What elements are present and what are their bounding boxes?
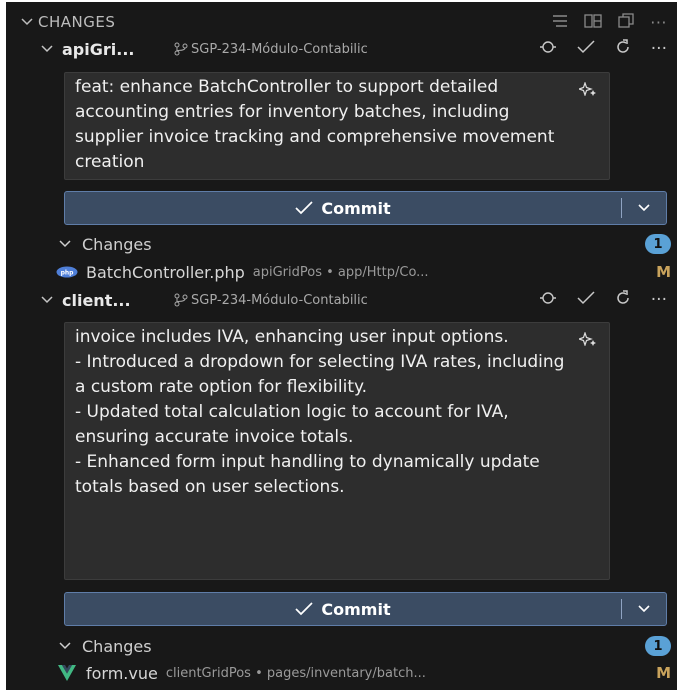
file-name[interactable]: BatchController.php xyxy=(86,263,245,282)
check-icon xyxy=(295,201,313,215)
vue-icon xyxy=(56,665,78,681)
file-name[interactable]: form.vue xyxy=(86,664,158,683)
changes-group-header[interactable]: Changes 1 xyxy=(6,232,677,256)
chevron-down-icon[interactable] xyxy=(40,45,54,53)
changes-label: Changes xyxy=(82,636,152,656)
sync-icon[interactable] xyxy=(539,39,557,60)
layout-icon[interactable] xyxy=(584,13,602,32)
file-status-modified: M xyxy=(656,263,671,281)
commit-label: Commit xyxy=(321,599,391,619)
section-actions: ··· xyxy=(552,9,667,35)
changes-count-badge: 1 xyxy=(645,234,671,254)
file-status-modified: M xyxy=(656,664,671,682)
section-title: CHANGES xyxy=(38,13,116,31)
changes-label: Changes xyxy=(82,234,152,254)
repo-actions: ··· xyxy=(539,286,667,314)
more-icon[interactable]: ··· xyxy=(650,13,667,32)
commit-message-text[interactable]: feat: enhance BatchController to support… xyxy=(75,75,575,175)
git-branch-icon xyxy=(174,42,188,56)
sync-icon[interactable] xyxy=(539,290,557,311)
repo-name: apiGri... xyxy=(62,39,135,59)
refresh-icon[interactable] xyxy=(615,289,631,311)
check-icon[interactable] xyxy=(577,290,595,310)
commit-message-input[interactable]: invoice includes IVA, enhancing user inp… xyxy=(64,322,610,580)
commit-label: Commit xyxy=(321,198,391,218)
source-control-panel: CHANGES ··· apiGri... SGP-234-Módulo-Con… xyxy=(6,2,677,690)
commit-dropdown-button[interactable] xyxy=(622,204,666,212)
sparkle-icon[interactable] xyxy=(577,329,597,354)
chevron-down-icon[interactable] xyxy=(40,296,54,304)
chevron-down-icon xyxy=(638,605,650,613)
branch-label[interactable]: SGP-234-Módulo-Contabilic xyxy=(174,293,379,308)
changed-file-row[interactable]: form.vue clientGridPos • pages/inventary… xyxy=(6,662,677,684)
repo-name: client... xyxy=(62,290,131,310)
open-window-icon[interactable] xyxy=(618,12,634,32)
file-path: clientGridPos • pages/inventary/batch... xyxy=(165,665,426,681)
commit-main-action[interactable]: Commit xyxy=(65,199,621,218)
repo-header-apigridpos[interactable]: apiGri... SGP-234-Módulo-Contabilic ··· xyxy=(6,35,677,63)
svg-text:php: php xyxy=(61,270,75,277)
list-tree-icon[interactable] xyxy=(552,13,568,32)
git-branch-icon xyxy=(174,293,188,307)
commit-dropdown-button[interactable] xyxy=(622,605,666,613)
file-path: apiGridPos • app/Http/Co... xyxy=(252,264,429,280)
check-icon[interactable] xyxy=(577,39,595,59)
branch-name: SGP-234-Módulo-Contabilic xyxy=(191,41,368,57)
chevron-down-icon xyxy=(638,204,650,212)
refresh-icon[interactable] xyxy=(615,38,631,60)
branch-name: SGP-234-Módulo-Contabilic xyxy=(191,292,368,308)
commit-message-input[interactable]: feat: enhance BatchController to support… xyxy=(64,72,610,180)
sparkle-icon[interactable] xyxy=(577,79,597,104)
check-icon xyxy=(295,602,313,616)
repo-actions: ··· xyxy=(539,35,667,63)
commit-main-action[interactable]: Commit xyxy=(65,600,621,619)
changes-group-header[interactable]: Changes 1 xyxy=(6,634,677,658)
chevron-down-icon[interactable] xyxy=(58,240,72,248)
changes-section-header[interactable]: CHANGES ··· xyxy=(6,9,677,35)
chevron-down-icon[interactable] xyxy=(20,18,34,26)
more-icon[interactable]: ··· xyxy=(651,39,667,59)
more-icon[interactable]: ··· xyxy=(651,290,667,310)
commit-button[interactable]: Commit xyxy=(64,592,667,626)
repo-header-clientgridpos[interactable]: client... SGP-234-Módulo-Contabilic ··· xyxy=(6,286,677,314)
php-icon: php xyxy=(56,266,78,278)
changed-file-row[interactable]: php BatchController.php apiGridPos • app… xyxy=(6,261,677,283)
commit-button[interactable]: Commit xyxy=(64,191,667,225)
chevron-down-icon[interactable] xyxy=(58,642,72,650)
commit-message-text[interactable]: invoice includes IVA, enhancing user inp… xyxy=(75,325,575,500)
changes-count-badge: 1 xyxy=(645,636,671,656)
branch-label[interactable]: SGP-234-Módulo-Contabilic xyxy=(174,42,379,57)
